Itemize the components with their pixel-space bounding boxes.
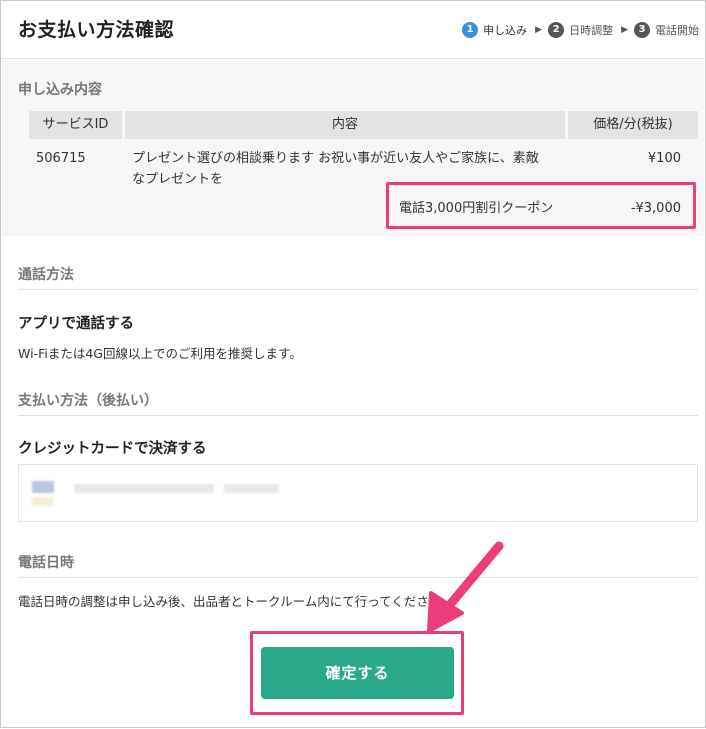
column-header-service-id: サービスID	[29, 111, 122, 139]
column-header-content: 内容	[125, 111, 565, 139]
credit-card-info[interactable]	[18, 464, 698, 522]
call-method-note: Wi-Fiまたは4G回線以上でのご利用を推奨します。	[18, 346, 302, 361]
step-label: 電話開始	[655, 24, 699, 37]
call-datetime-note: 電話日時の調整は申し込み後、出品者とトークルーム内にて行ってください。	[18, 594, 454, 609]
page-frame: お支払い方法確認 1 申し込み ▶ 2 日時調整 ▶ 3 電話開始 申し込み内容…	[0, 0, 706, 728]
column-header-price: 価格/分(税抜)	[568, 111, 698, 139]
header: お支払い方法確認 1 申し込み ▶ 2 日時調整 ▶ 3 電話開始	[1, 1, 705, 59]
divider	[18, 415, 698, 416]
content-line-1: プレゼント選びの相談乗ります お祝い事が近い友人やご家族に、素敵	[132, 151, 539, 166]
step-label: 申し込み	[483, 24, 528, 37]
step-apply: 1 申し込み	[462, 22, 527, 38]
step-label: 日時調整	[569, 24, 614, 37]
step-call-start: 3 電話開始	[634, 22, 699, 38]
payment-section-title: 支払い方法（後払い）	[18, 393, 158, 409]
divider	[18, 577, 698, 578]
masked-card-expiry	[224, 484, 279, 493]
call-method-option: アプリで通話する	[18, 316, 134, 332]
service-id-value: 506715	[36, 151, 86, 166]
step-arrow-icon: ▶	[621, 25, 628, 35]
coupon-highlight	[386, 182, 696, 229]
step-arrow-icon: ▶	[535, 25, 543, 35]
step-number: 2	[548, 22, 565, 38]
page-title: お支払い方法確認	[18, 19, 175, 41]
progress-steps: 1 申し込み ▶ 2 日時調整 ▶ 3 電話開始	[462, 22, 699, 38]
card-brand-icon	[32, 481, 54, 493]
step-number: 3	[634, 22, 650, 38]
masked-card-number	[74, 484, 214, 493]
step-schedule: 2 日時調整	[548, 22, 613, 38]
card-brand-icon-lower	[32, 497, 54, 506]
divider	[18, 289, 698, 290]
call-datetime-section-title: 電話日時	[18, 555, 74, 571]
price-value: ¥100	[647, 151, 681, 166]
confirm-button[interactable]: 確定する	[261, 647, 454, 699]
content-line-2: なプレゼントを	[132, 172, 224, 187]
payment-option: クレジットカードで決済する	[18, 441, 207, 457]
order-section-title: 申し込み内容	[18, 82, 102, 98]
step-number: 1	[462, 22, 479, 38]
call-method-section-title: 通話方法	[18, 267, 74, 283]
